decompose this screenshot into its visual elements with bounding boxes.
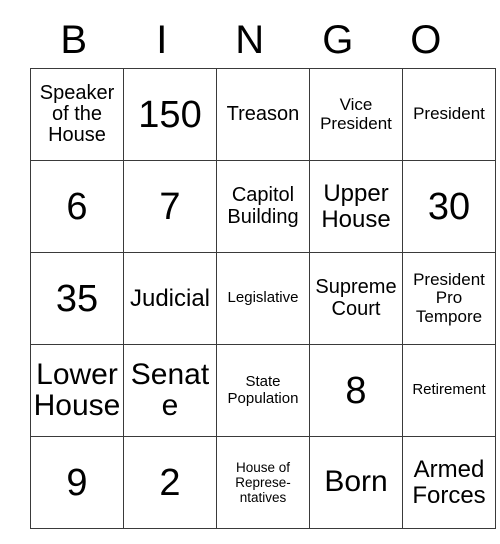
bingo-cell-label: 150 bbox=[138, 93, 202, 136]
bingo-cell[interactable]: Judicial bbox=[123, 252, 217, 345]
bingo-cell[interactable]: Speaker of the House bbox=[30, 68, 124, 161]
bingo-cell-label: 6 bbox=[66, 185, 88, 228]
bingo-cell-label: 2 bbox=[159, 461, 181, 504]
bingo-header-letter-n: N bbox=[235, 18, 265, 62]
bingo-cell-label: 30 bbox=[427, 185, 471, 228]
bingo-cell-label: Armed Forces bbox=[412, 456, 486, 509]
bingo-cell-label: 35 bbox=[55, 277, 99, 320]
bingo-cell[interactable]: Capitol Building bbox=[216, 160, 310, 253]
bingo-cell-label: Speaker of the House bbox=[39, 81, 115, 147]
bingo-cell[interactable]: Upper House bbox=[309, 160, 403, 253]
bingo-cell-label: Capitol Building bbox=[227, 184, 299, 228]
bingo-cell-label: House of Represe-ntatives bbox=[235, 459, 291, 506]
bingo-header-letter-b: B bbox=[60, 18, 88, 62]
bingo-cell-label: Judicial bbox=[129, 284, 211, 312]
bingo-grid: Speaker of the House 150 Treason Vice Pr… bbox=[30, 68, 496, 529]
bingo-cell[interactable]: House of Represe-ntatives bbox=[216, 436, 310, 529]
bingo-cell-label: Legislative bbox=[227, 289, 299, 307]
bingo-header-letter-g: G bbox=[322, 18, 354, 62]
bingo-cell[interactable]: Lower House bbox=[30, 344, 124, 437]
bingo-cell[interactable]: 6 bbox=[30, 160, 124, 253]
bingo-cell[interactable]: 8 bbox=[309, 344, 403, 437]
bingo-cell-label: 7 bbox=[159, 185, 181, 228]
bingo-cell[interactable]: Vice President bbox=[309, 68, 403, 161]
bingo-cell-label: Senate bbox=[130, 357, 210, 422]
bingo-cell[interactable]: 9 bbox=[30, 436, 124, 529]
bingo-cell-label: Retirement bbox=[412, 381, 486, 399]
bingo-cell-label: Born bbox=[324, 465, 388, 499]
bingo-cell[interactable]: 150 bbox=[123, 68, 217, 161]
bingo-row: Lower House Senate State Population 8 Re… bbox=[30, 344, 496, 437]
bingo-cell[interactable]: Retirement bbox=[402, 344, 496, 437]
bingo-cell[interactable]: 35 bbox=[30, 252, 124, 345]
bingo-cell-label: President Pro Tempore bbox=[413, 269, 485, 326]
bingo-cell-label: President bbox=[413, 104, 485, 124]
bingo-cell-label: Vice President bbox=[320, 95, 392, 133]
bingo-cell-label: 9 bbox=[66, 461, 88, 504]
bingo-cell-label: Upper House bbox=[321, 180, 391, 233]
bingo-cell-label: State Population bbox=[227, 373, 299, 407]
bingo-cell[interactable]: Treason bbox=[216, 68, 310, 161]
bingo-cell[interactable]: State Population bbox=[216, 344, 310, 437]
bingo-cell[interactable]: 30 bbox=[402, 160, 496, 253]
bingo-cell[interactable]: President Pro Tempore bbox=[402, 252, 496, 345]
bingo-cell[interactable]: Legislative bbox=[216, 252, 310, 345]
bingo-card: B I N G O Speaker of the House 150 Treas… bbox=[30, 12, 496, 529]
bingo-cell-label: 8 bbox=[345, 369, 367, 412]
bingo-cell-label: Treason bbox=[226, 102, 300, 125]
bingo-cell-label: Lower House bbox=[33, 357, 121, 422]
bingo-cell[interactable]: 7 bbox=[123, 160, 217, 253]
bingo-row: 9 2 House of Represe-ntatives Born Armed… bbox=[30, 436, 496, 529]
bingo-header-row: B I N G O bbox=[30, 12, 470, 68]
bingo-cell[interactable]: Supreme Court bbox=[309, 252, 403, 345]
bingo-header-letter-i: I bbox=[156, 18, 168, 62]
bingo-cell[interactable]: Armed Forces bbox=[402, 436, 496, 529]
bingo-row: Speaker of the House 150 Treason Vice Pr… bbox=[30, 68, 496, 161]
bingo-cell[interactable]: Born bbox=[309, 436, 403, 529]
bingo-header-letter-o: O bbox=[410, 18, 442, 62]
bingo-row: 35 Judicial Legislative Supreme Court Pr… bbox=[30, 252, 496, 345]
bingo-row: 6 7 Capitol Building Upper House 30 bbox=[30, 160, 496, 253]
bingo-cell[interactable]: Senate bbox=[123, 344, 217, 437]
bingo-cell-label: Supreme Court bbox=[315, 276, 397, 320]
bingo-cell[interactable]: President bbox=[402, 68, 496, 161]
bingo-cell[interactable]: 2 bbox=[123, 436, 217, 529]
